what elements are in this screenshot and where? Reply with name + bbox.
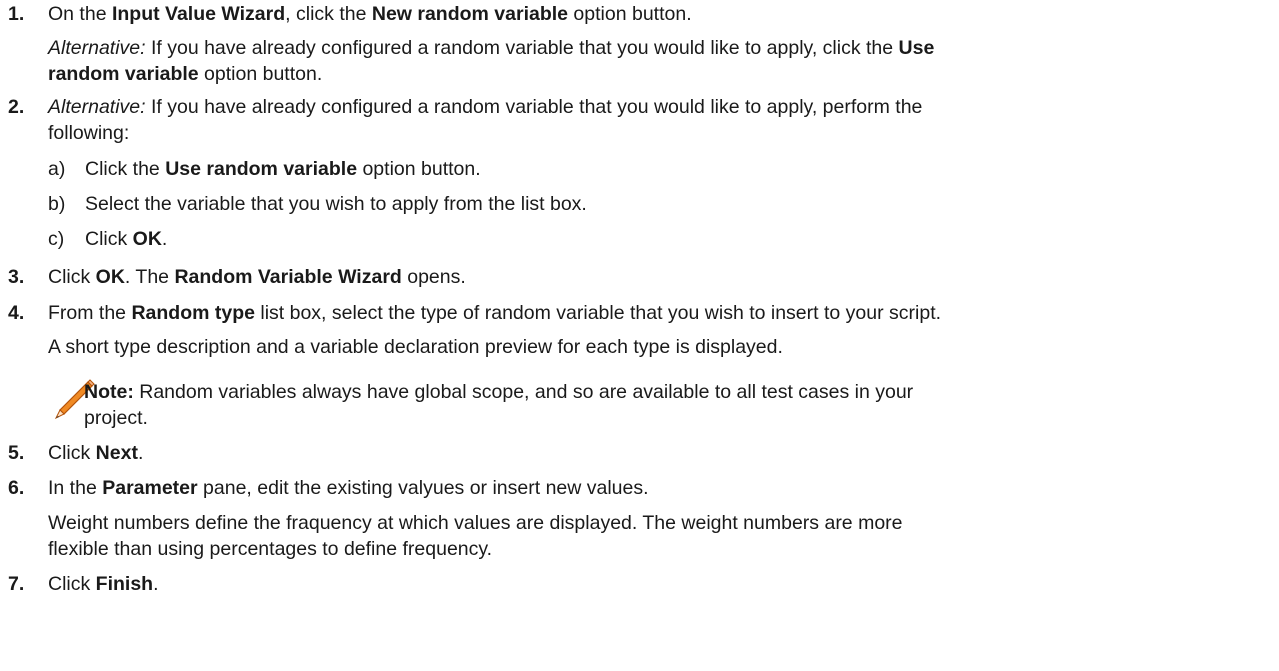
step-4-number: 4.	[8, 302, 25, 324]
step-2-sub-a-post: option button.	[357, 158, 481, 180]
step-7-text-c: .	[153, 573, 159, 595]
step-6-text-a: In the	[48, 477, 103, 499]
step-2-sub-c-bold: OK	[132, 228, 162, 250]
step-2-sub-b-letter: b)	[48, 193, 66, 215]
step-2-number: 2.	[8, 96, 25, 118]
step-5-text-c: .	[137, 442, 144, 464]
step-6-text-c: pane, edit the existing valyues or inser…	[197, 477, 649, 499]
step-3-ok: OK	[95, 266, 125, 288]
step-2-sub-c-letter: c)	[48, 228, 65, 250]
step-3-random-variable-wizard: Random Variable Wizard	[174, 266, 402, 288]
step-6-number: 6.	[8, 477, 25, 499]
step-4-text-a: From the	[48, 302, 132, 324]
step-3-text-c: . The	[124, 266, 175, 288]
step-6-description-1: Weight numbers define the fraquency at w…	[48, 512, 903, 534]
step-5-text-a: Click	[48, 442, 96, 464]
note-text-1: Random variables always have global scop…	[133, 381, 914, 403]
step-5-number: 5.	[8, 442, 25, 464]
step-1-alternative-label: Alternative:	[48, 37, 146, 59]
step-1-number: 1.	[8, 3, 25, 25]
step-3-text-a: Click	[48, 266, 96, 288]
step-2-text-1: If you have already configured a random …	[145, 96, 923, 118]
step-7-number: 7.	[8, 573, 25, 595]
step-3-text-e: opens.	[401, 266, 466, 288]
step-6-parameter: Parameter	[102, 477, 198, 499]
step-2-sub-c-post: .	[161, 228, 168, 250]
step-2-sub-a-bold: Use random variable	[165, 158, 358, 180]
step-1-text-c: , click the	[285, 3, 372, 25]
step-1-alternative-line2-text: option button.	[198, 63, 323, 85]
step-1-alternative-text: If you have already configured a random …	[145, 37, 899, 59]
step-2-sub-b-text: Select the variable that you wish to app…	[85, 193, 587, 215]
procedure-document: 1. On the Input Value Wizard, click the …	[0, 0, 1279, 671]
step-1-text-e: option button.	[568, 3, 692, 25]
step-7-text-a: Click	[48, 573, 96, 595]
step-2-sub-c-pre: Click	[85, 228, 133, 250]
step-3-number: 3.	[8, 266, 25, 288]
step-7-finish: Finish	[95, 573, 154, 595]
step-1-new-random-variable: New random variable	[371, 3, 569, 25]
step-2-text-2: following:	[48, 122, 130, 144]
step-1-alternative-bold: Use	[898, 37, 935, 59]
step-1-input-value-wizard: Input Value Wizard	[111, 3, 286, 25]
step-5-next: Next	[95, 442, 138, 464]
step-6-description-2: flexible than using percentages to defin…	[48, 538, 493, 560]
note-label: Note:	[84, 381, 134, 403]
step-1-alternative-line2-bold: random variable	[48, 63, 199, 85]
step-2-alternative-label: Alternative:	[48, 96, 146, 118]
step-4-text-c: list box, select the type of random vari…	[254, 302, 942, 324]
note-text-2: project.	[84, 407, 148, 429]
step-2-sub-a-letter: a)	[48, 158, 66, 180]
step-4-random-type: Random type	[131, 302, 255, 324]
step-2-sub-a-pre: Click the	[85, 158, 166, 180]
step-4-description-text: A short type description and a variable …	[48, 336, 783, 358]
step-1-text-a: On the	[48, 3, 112, 25]
